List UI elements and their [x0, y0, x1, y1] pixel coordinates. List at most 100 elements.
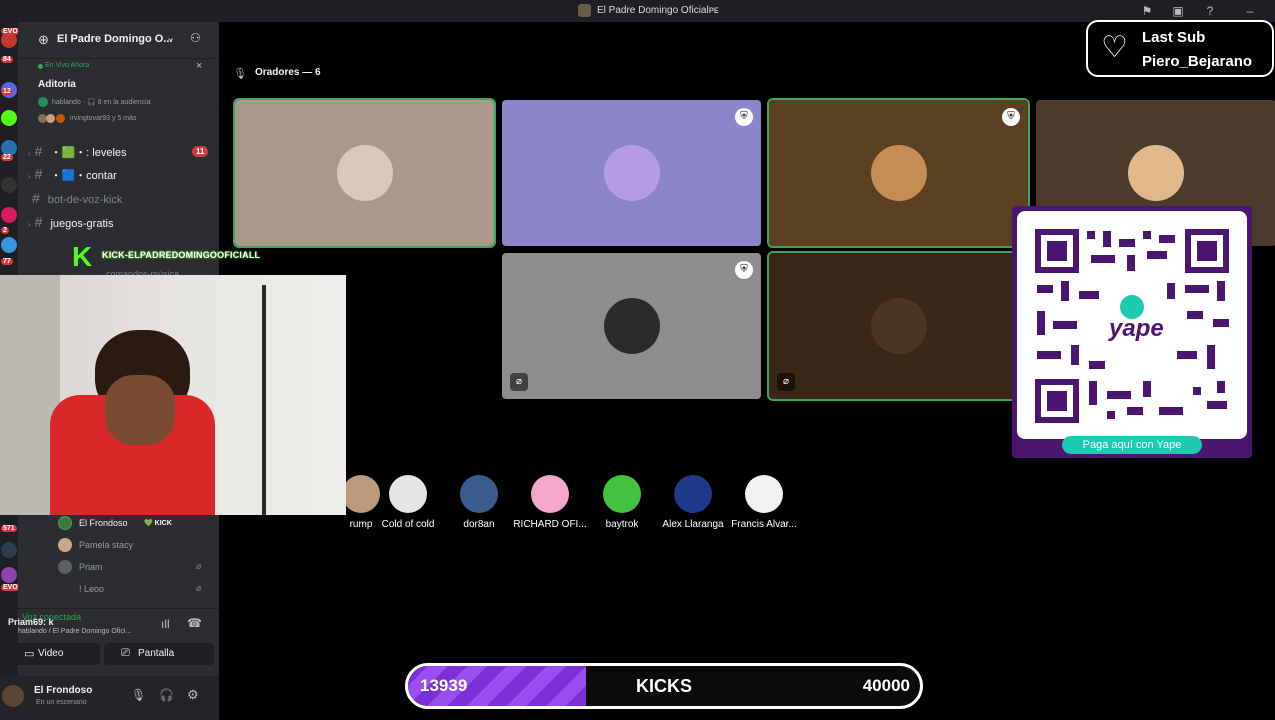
- member-name: El Frondoso: [79, 518, 128, 528]
- headphones-icon[interactable]: 🎧: [159, 688, 174, 702]
- avatar: [603, 145, 660, 201]
- window-avatar: [578, 4, 591, 17]
- inbox-icon[interactable]: ▣: [1170, 3, 1186, 19]
- disconnect-icon[interactable]: ☎: [187, 616, 202, 630]
- speaker-tile[interactable]: ⛨: [767, 98, 1030, 248]
- cable: [262, 285, 266, 515]
- audience-member[interactable]: dor8an: [439, 475, 519, 530]
- avatar: [745, 475, 783, 513]
- person-hands: [105, 375, 175, 445]
- audience-name: baytrok: [605, 519, 639, 530]
- screen-share-button[interactable]: ⎚ Pantalla: [104, 643, 214, 665]
- mic-muted-icon: ⌀: [196, 583, 202, 593]
- yape-caption: Paga aquí con Yape: [1082, 439, 1182, 451]
- rail-badge: 84: [1, 56, 13, 63]
- globe-icon: ⊕: [38, 32, 49, 47]
- member-name: Priam: [79, 562, 103, 572]
- avatar: [58, 538, 72, 552]
- kick-server-icon[interactable]: [1, 110, 17, 126]
- speaker-tile[interactable]: ⛨ ⌀: [502, 253, 761, 399]
- screen-share-icon: ⎚: [121, 647, 130, 659]
- yape-logo: yape: [1109, 315, 1164, 342]
- last-sub-label: Last Sub: [1142, 29, 1206, 46]
- channel-bot-de-voz-kick[interactable]: # bot-de-voz-kick: [28, 188, 122, 208]
- audience-member[interactable]: baytrok: [582, 475, 662, 530]
- screen-label: Pantalla: [138, 648, 175, 659]
- server-icon[interactable]: [1, 207, 17, 223]
- video-label: Video: [38, 648, 64, 659]
- avatar: [460, 475, 498, 513]
- audience-member[interactable]: Alex Llaranga: [653, 475, 733, 530]
- channel-leveles[interactable]: › # ・🟩・: leveles: [28, 141, 127, 161]
- avatar: [389, 475, 427, 513]
- rail-badge: 12: [1, 88, 13, 95]
- kick-logo-icon: K: [72, 241, 93, 272]
- video-button[interactable]: ▭ Video: [4, 643, 100, 665]
- user-avatar[interactable]: [2, 685, 24, 707]
- live-status: hablando · 🎧 8 en la audiencia: [52, 99, 151, 106]
- moderator-shield-icon: ⛨: [1002, 108, 1020, 126]
- moderator-shield-icon: ⛨: [735, 108, 753, 126]
- minimize-icon[interactable]: –: [1242, 3, 1258, 19]
- speaker-tile[interactable]: [233, 98, 496, 248]
- user-panel: El Frondoso En un escenario 🎙 🎧 ⚙: [0, 676, 219, 720]
- avatar: [56, 114, 65, 123]
- live-stage-card[interactable]: En Vivo Ahora × Aditoria hablando · 🎧 8 …: [18, 60, 219, 130]
- qr-code: yape: [1017, 211, 1247, 439]
- avatar: [603, 298, 660, 354]
- mic-muted-icon: ⌀: [777, 373, 795, 391]
- chevron-right-icon: ›: [28, 149, 31, 158]
- member-row[interactable]: Priam ⌀: [56, 559, 216, 575]
- noise-suppression-icon[interactable]: ıll: [161, 617, 170, 631]
- server-icon[interactable]: [1, 567, 17, 583]
- server-icon[interactable]: [1, 542, 17, 558]
- chevron-down-icon: ⌄: [166, 32, 176, 44]
- avatar: [58, 516, 72, 530]
- rail-badge: 22: [1, 154, 13, 161]
- server-header[interactable]: ⊕ El Padre Domingo O... ⌄ ⚇: [18, 22, 219, 59]
- channel-name: ・🟦・contar: [50, 170, 117, 182]
- live-title: Aditoria: [38, 79, 76, 90]
- channel-juegos-gratis[interactable]: › # juegos-gratis: [28, 212, 113, 232]
- unread-badge: 11: [192, 146, 209, 157]
- rail-badge: 571: [1, 525, 17, 532]
- speaker-tile[interactable]: ⛨: [502, 100, 761, 246]
- close-icon[interactable]: ×: [196, 60, 202, 72]
- window-title: El Padre Domingo Oficialᴘᴇ: [597, 5, 719, 16]
- user-name: El Frondoso: [34, 685, 93, 696]
- audience-member[interactable]: Francis Alvar...: [724, 475, 804, 530]
- gear-icon[interactable]: ⚙: [187, 687, 199, 703]
- microphone-icon[interactable]: 🎙: [131, 688, 146, 702]
- audience-member[interactable]: Cold of cold: [368, 475, 448, 530]
- speaker-tile[interactable]: ⌀: [767, 251, 1030, 401]
- microphone-icon: 🎙: [233, 68, 247, 80]
- rail-badge: EVO: [1, 28, 20, 35]
- server-name: El Padre Domingo O...: [57, 33, 173, 45]
- heart-icon: ♡: [1101, 31, 1128, 64]
- rail-badge: 2: [1, 227, 9, 234]
- avatar: [870, 298, 927, 354]
- voice-user-overlay: Priam69: k: [8, 617, 54, 627]
- channel-contar[interactable]: › # ・🟦・contar: [28, 164, 117, 184]
- mic-muted-icon: ⌀: [196, 561, 202, 571]
- hash-icon: #: [32, 190, 40, 206]
- add-member-icon[interactable]: ⚇: [190, 31, 201, 45]
- server-icon[interactable]: [1, 177, 17, 193]
- avatar: [336, 145, 393, 201]
- audience-name: RICHARD OFI...: [513, 519, 587, 530]
- member-row[interactable]: El Frondoso 💚 KICK: [56, 515, 216, 531]
- channel-name: bot-de-voz-kick: [47, 194, 123, 206]
- audience-member[interactable]: RICHARD OFI...: [510, 475, 590, 530]
- flag-icon[interactable]: ⚑: [1139, 3, 1155, 19]
- yape-qr-card: yape Paga aquí con Yape: [1012, 206, 1252, 458]
- webcam-feed: [0, 275, 346, 515]
- server-icon[interactable]: [1, 237, 17, 253]
- member-name: ! Leoo: [79, 584, 105, 594]
- member-row[interactable]: ! Leoo ⌀: [56, 581, 216, 597]
- hash-icon: #: [34, 166, 43, 182]
- avatar: [46, 114, 55, 123]
- kick-channel: KICK-ELPADREDOMINGOOFICIALL: [102, 250, 261, 260]
- help-icon[interactable]: ?: [1202, 3, 1218, 19]
- member-row[interactable]: Pamela stacy: [56, 537, 216, 553]
- speakers-header: Oradores — 6: [255, 67, 321, 78]
